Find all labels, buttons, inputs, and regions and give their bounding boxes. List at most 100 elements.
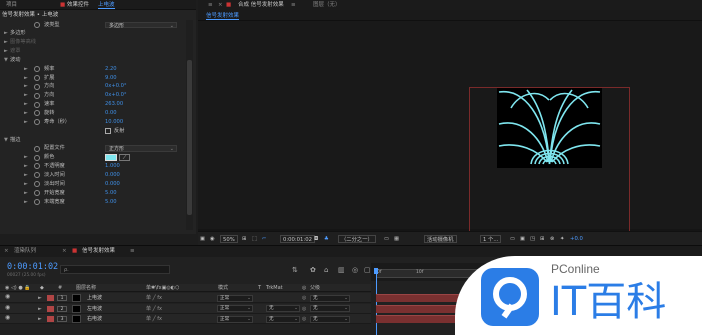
disclosure-closed-icon[interactable]: ► — [24, 153, 28, 162]
effect-row-value[interactable]: 10.000 — [105, 118, 123, 127]
disclosure-closed-icon[interactable]: ► — [24, 74, 28, 83]
effect-row-value[interactable]: 0.000 — [105, 180, 120, 189]
effect-row-value[interactable]: 0.00 — [105, 109, 117, 118]
effect-row[interactable]: ► 旋转 0.00 — [0, 109, 186, 118]
header-source-name[interactable]: 图层名称 — [76, 284, 96, 292]
monitor-icon[interactable]: ▣ — [200, 235, 205, 243]
effect-row-value[interactable]: 0x+0.0° — [105, 91, 127, 100]
view-options-icon[interactable]: ▭ — [510, 235, 515, 243]
views-dropdown[interactable]: 1 个... — [480, 235, 502, 243]
comp-mini-flowchart-icon[interactable]: ⇅ — [292, 266, 298, 274]
effect-row[interactable]: ▼ 描边 — [0, 136, 186, 145]
flowchart-icon[interactable]: ⊗ — [550, 235, 554, 243]
effect-row-value[interactable]: 0x+0.0° — [105, 82, 127, 91]
region-icon[interactable]: ⌐ — [262, 235, 266, 243]
pickwhip-icon[interactable]: ◎ — [302, 314, 306, 324]
pickwhip-icon[interactable]: ◎ — [302, 304, 306, 314]
layer-switches[interactable]: 单 ╱ fx — [146, 314, 162, 324]
parent-dropdown[interactable]: 无 ⌄ — [310, 294, 350, 302]
layer-label-color[interactable] — [47, 295, 54, 301]
mode-dropdown[interactable]: 正常 ⌄ — [217, 305, 253, 312]
effect-row[interactable]: ► 不透明度 1.000 — [0, 162, 186, 171]
stopwatch-icon[interactable] — [34, 145, 40, 152]
effect-row[interactable]: ► 方向 0x+0.0° — [0, 91, 186, 100]
tab-layer[interactable]: 图层（无） — [313, 1, 341, 9]
stopwatch-icon[interactable] — [34, 101, 40, 108]
disclosure-closed-icon[interactable]: ► — [24, 91, 28, 100]
effect-row-value[interactable]: 5.00 — [105, 189, 117, 198]
layer-row[interactable]: ◉ ► 1 上电波单 ╱ fx 正常 ⌄ ◎ 无 ⌄ — [0, 293, 371, 303]
stopwatch-icon[interactable] — [34, 154, 40, 161]
disclosure-closed-icon[interactable]: ► — [24, 180, 28, 189]
layer-switches[interactable]: 单 ╱ fx — [146, 304, 162, 314]
effect-row[interactable]: ► 图像等高线 — [0, 38, 186, 47]
resolution-dropdown[interactable]: （二分之一） — [338, 235, 376, 243]
effect-row[interactable]: ► 遮罩 — [0, 47, 186, 56]
fast-preview-icon[interactable]: ◳ — [530, 235, 535, 243]
effect-row[interactable]: 反射 — [0, 127, 186, 136]
menu-icon-2[interactable]: ≡ — [291, 1, 296, 9]
parent-dropdown[interactable]: 无 ⌄ — [310, 315, 350, 323]
disclosure-closed-icon[interactable]: ► — [4, 47, 8, 56]
disclosure-closed-icon[interactable]: ► — [24, 189, 28, 198]
lock-icon[interactable]: ■ — [226, 1, 231, 9]
effect-row[interactable]: ► 淡出时间 0.000 — [0, 180, 186, 189]
eyedropper-icon[interactable]: ⟋ — [119, 154, 130, 162]
stopwatch-icon[interactable] — [34, 119, 40, 126]
disclosure-open-icon[interactable]: ▼ — [4, 56, 8, 65]
transparency-grid-icon[interactable]: ▦ — [394, 235, 399, 243]
stopwatch-icon[interactable] — [34, 172, 40, 179]
channel-icon[interactable]: ♣ — [324, 235, 329, 243]
expand-arrow-icon[interactable]: ► — [38, 314, 42, 324]
tab-render-queue[interactable]: 渲染队列 — [14, 247, 36, 255]
effect-row[interactable]: ► 开始宽度 5.00 — [0, 189, 186, 198]
stopwatch-icon[interactable] — [34, 198, 40, 205]
motion-blur-icon[interactable]: ◎ — [352, 266, 358, 274]
effect-row[interactable]: ► 多边形 — [0, 29, 186, 38]
stopwatch-icon[interactable] — [34, 74, 40, 81]
effect-row[interactable]: 波类型 多边形 ⌄ — [0, 21, 186, 30]
disclosure-closed-icon[interactable]: ► — [24, 118, 28, 127]
disclosure-closed-icon[interactable]: ► — [24, 198, 28, 207]
roi-icon[interactable]: ▭ — [384, 235, 389, 243]
viewer-timecode[interactable]: 0:00:01:02 — [280, 235, 315, 243]
tab-project[interactable]: 项目 — [6, 1, 17, 9]
effect-dropdown[interactable]: 正方形 ⌄ — [105, 145, 177, 152]
close-icon-comp[interactable]: × — [62, 247, 67, 255]
effect-row[interactable]: ► 速率 263.00 — [0, 100, 186, 109]
effect-row-value[interactable]: 0.000 — [105, 171, 120, 180]
header-parent[interactable]: 父级 — [310, 284, 320, 292]
disclosure-closed-icon[interactable]: ► — [4, 29, 8, 38]
close-icon[interactable]: × — [218, 1, 223, 9]
effect-row-value[interactable]: 5.00 — [105, 198, 117, 207]
tab-composition[interactable]: 合成 信号发射效果 — [238, 1, 284, 9]
layout-icon[interactable]: ⊞ — [540, 235, 544, 243]
layer-name[interactable]: 右电波 — [87, 314, 102, 324]
stopwatch-icon[interactable] — [34, 110, 40, 117]
stopwatch-icon[interactable] — [34, 66, 40, 73]
effect-row[interactable]: ► 末端宽度 5.00 — [0, 198, 186, 207]
layer-name[interactable]: 左电波 — [87, 304, 102, 314]
effect-row-value[interactable]: 1.000 — [105, 162, 120, 171]
effect-row[interactable]: ► 寿命（秒） 10.000 — [0, 118, 186, 127]
stopwatch-icon[interactable] — [34, 181, 40, 188]
layer-name[interactable]: 上电波 — [87, 293, 102, 303]
disclosure-closed-icon[interactable]: ► — [24, 82, 28, 91]
effect-row-value[interactable]: 2.20 — [105, 65, 117, 74]
reflect-checkbox[interactable] — [105, 128, 111, 134]
header-trkmat[interactable]: TrkMat — [266, 284, 283, 292]
camera-dropdown[interactable]: 活动摄像机 — [424, 235, 457, 243]
zoom-dropdown[interactable]: 50% — [220, 235, 238, 243]
eye-icon[interactable]: ◉ — [5, 304, 11, 311]
menu-icon[interactable]: ≡ — [208, 1, 213, 9]
effect-row[interactable]: 配置文件 正方形 ⌄ — [0, 144, 186, 153]
layer-label-color[interactable] — [47, 305, 54, 312]
expand-arrow-icon[interactable]: ► — [38, 293, 42, 303]
timeline-timecode[interactable]: 0:00:01:02 — [7, 262, 58, 272]
effect-row[interactable]: ► 扩展 9.00 — [0, 74, 186, 83]
composition-canvas[interactable] — [497, 88, 602, 168]
camera-icon[interactable]: ◘ — [314, 235, 318, 243]
disclosure-closed-icon[interactable]: ► — [24, 109, 28, 118]
effect-row[interactable]: ► 淡入时间 0.000 — [0, 171, 186, 180]
tab-timeline-comp[interactable]: 信号发射效果 — [82, 247, 115, 255]
